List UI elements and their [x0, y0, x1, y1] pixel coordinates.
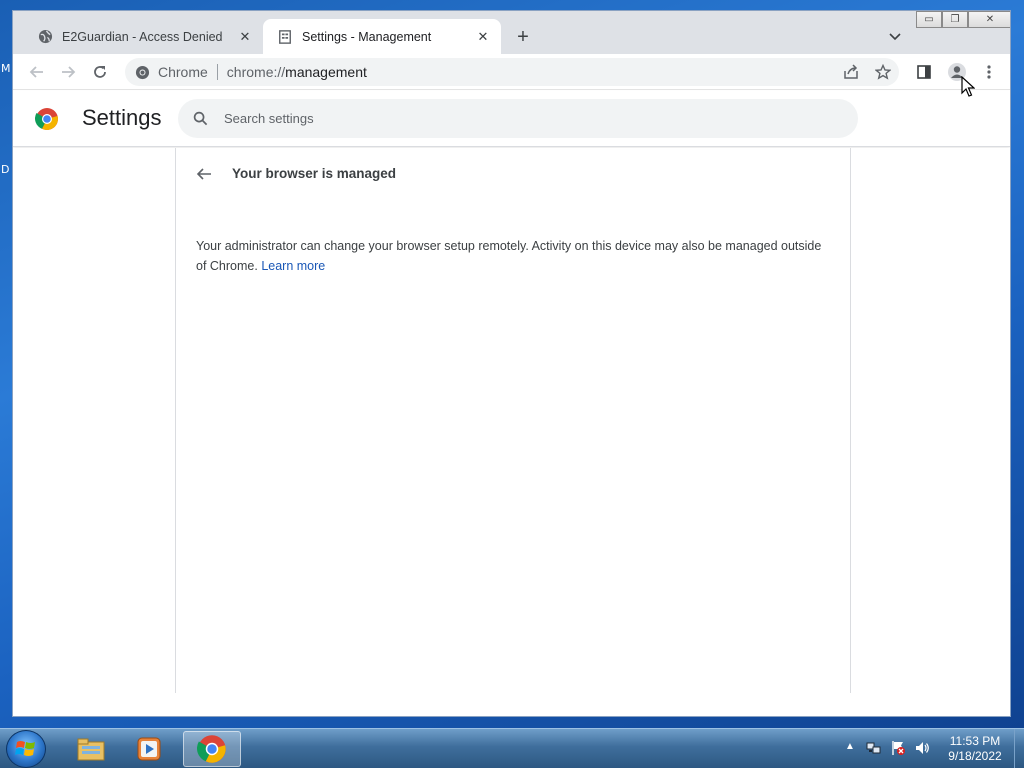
- url-scheme: chrome://: [226, 64, 286, 80]
- settings-search-box: [178, 99, 858, 138]
- minimize-button[interactable]: ▭: [916, 11, 942, 28]
- search-icon: [191, 110, 209, 128]
- back-arrow-icon[interactable]: [25, 60, 49, 84]
- globe-icon: [37, 29, 53, 45]
- taskbar: ▲ 11:53 PM 9/18/2022: [0, 728, 1024, 768]
- side-panel-icon[interactable]: [912, 60, 936, 84]
- clock-date: 9/18/2022: [948, 749, 1002, 763]
- network-icon[interactable]: [866, 740, 882, 756]
- close-window-button[interactable]: ✕: [968, 11, 1010, 28]
- restore-button[interactable]: ❐: [942, 11, 968, 28]
- reload-icon[interactable]: [88, 60, 112, 84]
- url-text: chrome://management: [227, 64, 367, 80]
- folder-icon: [77, 738, 105, 761]
- address-bar[interactable]: Chrome chrome://management: [125, 58, 899, 86]
- system-clock[interactable]: 11:53 PM 9/18/2022: [940, 734, 1010, 764]
- tab-close-icon[interactable]: ✕: [237, 29, 253, 45]
- windows-logo-icon: [15, 741, 35, 756]
- tab-e2guardian[interactable]: E2Guardian - Access Denied ✕: [23, 19, 263, 54]
- learn-more-link[interactable]: Learn more: [261, 259, 325, 273]
- desktop-fragment-2: D: [1, 163, 10, 176]
- tray-expand-icon[interactable]: ▲: [845, 741, 855, 752]
- tab-close-icon[interactable]: ✕: [475, 29, 491, 45]
- new-tab-button[interactable]: +: [511, 25, 535, 49]
- forward-arrow-icon[interactable]: [56, 60, 80, 84]
- tab-settings-management[interactable]: Settings - Management ✕: [263, 19, 501, 54]
- section-title: Your browser is managed: [232, 166, 397, 181]
- share-icon[interactable]: [839, 60, 863, 84]
- show-desktop-button[interactable]: [1014, 729, 1024, 768]
- browser-window: E2Guardian - Access Denied ✕ Settings - …: [12, 10, 1011, 717]
- desktop-fragment-1: M: [1, 62, 11, 75]
- settings-header: Settings: [13, 91, 1010, 147]
- tab-strip: E2Guardian - Access Denied ✕ Settings - …: [13, 11, 1010, 54]
- settings-content: Your browser is managed Your administrat…: [13, 148, 1010, 716]
- back-arrow-icon[interactable]: [193, 163, 215, 185]
- tab-title: Settings - Management: [302, 29, 432, 44]
- management-description: Your administrator can change your brows…: [196, 236, 826, 276]
- taskbar-chrome-button[interactable]: [183, 731, 241, 767]
- taskbar-explorer-button[interactable]: [62, 731, 120, 767]
- more-vertical-icon[interactable]: [977, 60, 1001, 84]
- start-button[interactable]: [6, 730, 46, 768]
- document-icon: [277, 29, 293, 45]
- site-chip-label: Chrome: [158, 64, 208, 80]
- tab-title: E2Guardian - Access Denied: [62, 29, 223, 44]
- volume-icon[interactable]: [914, 740, 930, 756]
- url-host: management: [285, 64, 367, 80]
- window-controls: ▭ ❐ ✕: [916, 11, 1010, 28]
- tab-search-chevron-icon[interactable]: [885, 27, 905, 47]
- chrome-site-icon: [134, 64, 150, 80]
- chrome-logo-icon: [197, 735, 226, 763]
- browser-toolbar: Chrome chrome://management: [13, 54, 1010, 90]
- action-center-flag-icon[interactable]: [890, 740, 906, 756]
- search-input[interactable]: [224, 111, 824, 126]
- omnibox-divider: [216, 64, 218, 80]
- management-card: Your browser is managed Your administrat…: [175, 148, 851, 693]
- clock-time: 11:53 PM: [949, 734, 1001, 748]
- bookmark-star-icon[interactable]: [871, 60, 895, 84]
- media-player-icon: [137, 737, 161, 761]
- page-title: Settings: [82, 105, 162, 130]
- chrome-logo-icon: [34, 107, 59, 131]
- taskbar-media-player-button[interactable]: [120, 731, 178, 767]
- mouse-cursor-icon: [961, 75, 976, 98]
